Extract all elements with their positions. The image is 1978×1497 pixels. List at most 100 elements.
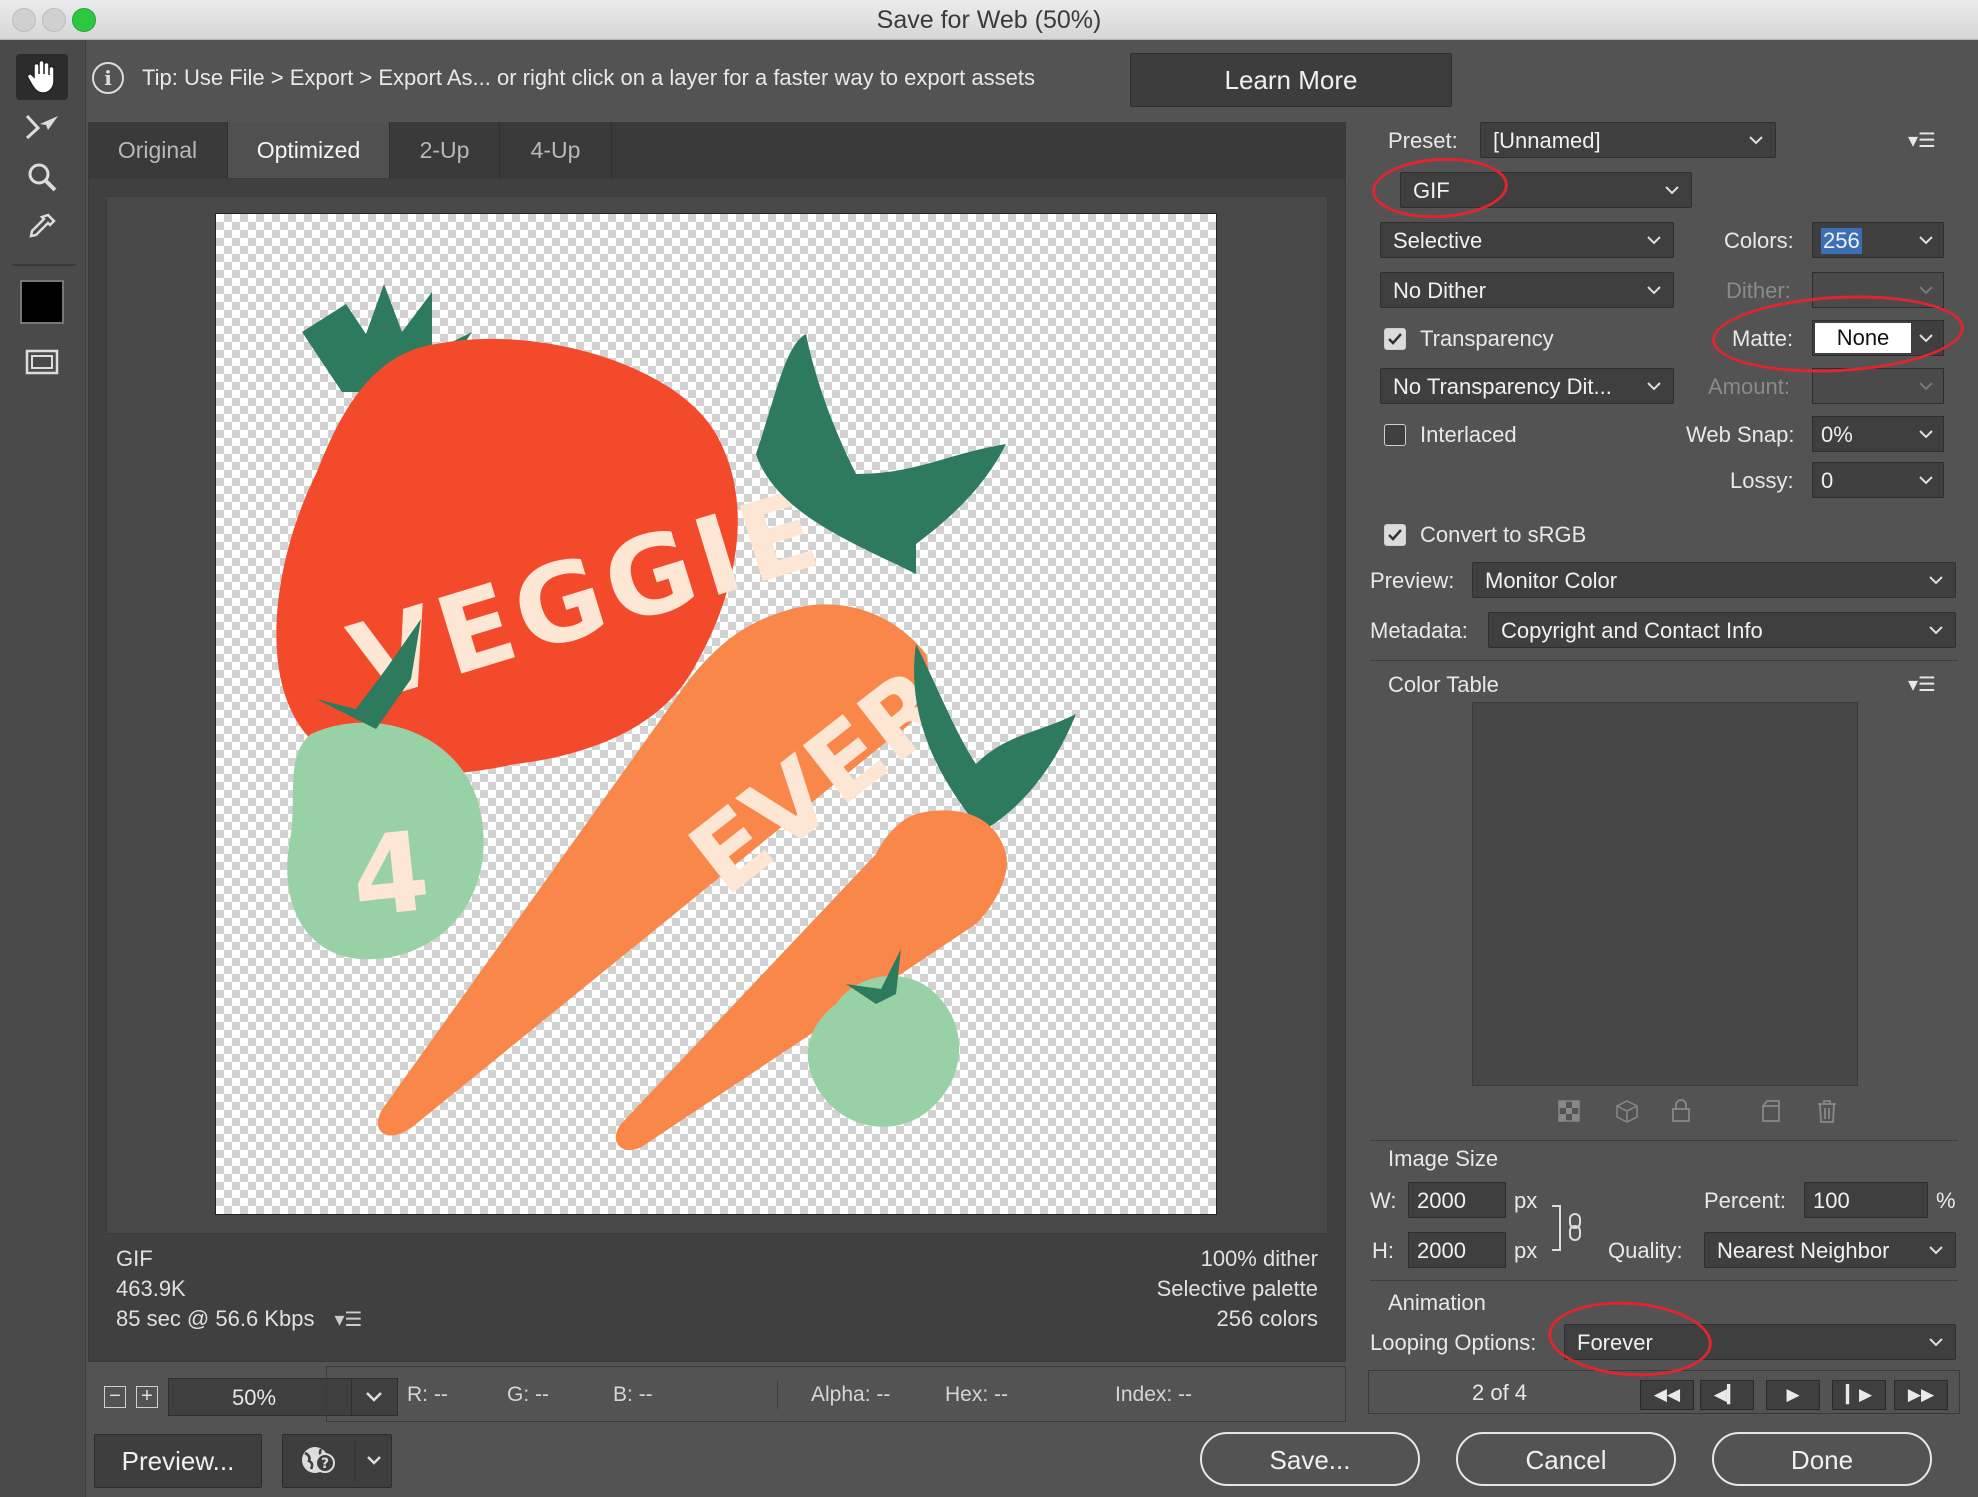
- height-field[interactable]: 2000: [1408, 1232, 1506, 1268]
- dither-amount: 100% dither: [1200, 1246, 1318, 1271]
- play-button[interactable]: ▶: [1766, 1380, 1820, 1410]
- looping-value: Forever: [1577, 1330, 1653, 1355]
- web-snap-value: 0%: [1821, 422, 1853, 447]
- readout-b: B: --: [613, 1383, 653, 1406]
- checkmark-icon: [1388, 333, 1402, 345]
- colors-field[interactable]: 256: [1812, 222, 1944, 258]
- convert-srgb-label: Convert to sRGB: [1420, 522, 1587, 547]
- tab-2-up[interactable]: 2-Up: [390, 122, 500, 178]
- eyedropper-tool[interactable]: [16, 204, 68, 250]
- width-field[interactable]: 2000: [1408, 1182, 1506, 1218]
- color-count: 256 colors: [1216, 1306, 1318, 1331]
- optimize-menu-icon[interactable]: ▾☰: [1908, 128, 1936, 153]
- metadata-select[interactable]: Copyright and Contact Info: [1488, 612, 1956, 648]
- eyedropper-color-swatch[interactable]: [20, 280, 64, 324]
- lock-icon[interactable]: [1668, 1098, 1694, 1124]
- zoom-out-button[interactable]: −: [104, 1386, 126, 1408]
- optimized-info-left: GIF 463.9K 85 sec @ 56.6 Kbps ▾☰: [116, 1244, 362, 1335]
- chevron-down-icon: [1665, 186, 1679, 195]
- browser-select[interactable]: ?: [282, 1434, 392, 1488]
- quality-select[interactable]: Nearest Neighbor: [1704, 1232, 1956, 1268]
- first-frame-button[interactable]: ◀◀: [1640, 1380, 1694, 1410]
- veggie-illustration: VEGGIE 4 EVER: [276, 284, 1076, 1151]
- chevron-down-icon: [1929, 1246, 1943, 1255]
- looping-label: Looping Options:: [1370, 1330, 1537, 1355]
- hand-tool[interactable]: [16, 54, 68, 100]
- color-table-title: Color Table: [1388, 672, 1499, 697]
- zoom-in-button[interactable]: +: [136, 1386, 158, 1408]
- height-value: 2000: [1417, 1238, 1466, 1263]
- dither-algorithm-select[interactable]: No Dither: [1380, 272, 1674, 308]
- magnifier-icon: [28, 163, 57, 192]
- last-frame-button[interactable]: ▶▶: [1894, 1380, 1948, 1410]
- percent-field[interactable]: 100: [1804, 1182, 1928, 1218]
- preview-in-browser-button[interactable]: Preview...: [94, 1434, 262, 1488]
- readout-index: Index: --: [1115, 1383, 1193, 1406]
- color-readouts: R: -- G: -- B: -- Alpha: -- Hex: -- Inde…: [326, 1366, 1346, 1422]
- transparency-dither-value: No Transparency Dit...: [1393, 374, 1612, 399]
- color-reduction-select[interactable]: Selective: [1380, 222, 1674, 258]
- frame-counter: 2 of 4: [1472, 1380, 1528, 1405]
- transparency-dither-select[interactable]: No Transparency Dit...: [1380, 368, 1674, 404]
- chevron-down-icon: [1647, 382, 1661, 391]
- metadata-label: Metadata:: [1370, 618, 1468, 643]
- transparency-label: Transparency: [1420, 326, 1554, 351]
- interlaced-label: Interlaced: [1420, 422, 1517, 447]
- zoom-level-value: 50%: [231, 1385, 277, 1410]
- done-button[interactable]: Done: [1712, 1432, 1932, 1486]
- link-constrain-icon[interactable]: [1550, 1202, 1588, 1254]
- matte-select[interactable]: None: [1812, 320, 1944, 356]
- output-format: GIF: [116, 1246, 153, 1271]
- zoom-tool[interactable]: [16, 154, 68, 200]
- web-snap-label: Web Snap:: [1686, 422, 1795, 447]
- optimized-info-right: 100% dither Selective palette 256 colors: [1157, 1244, 1318, 1334]
- percent-label: Percent:: [1704, 1188, 1786, 1213]
- preview-color-select[interactable]: Monitor Color: [1472, 562, 1956, 598]
- download-speed-menu-icon[interactable]: ▾☰: [334, 1305, 362, 1335]
- chevron-down-icon: [1919, 334, 1933, 343]
- transparency-checkbox[interactable]: [1384, 328, 1406, 350]
- convert-srgb-checkbox[interactable]: [1384, 524, 1406, 546]
- preset-select[interactable]: [Unnamed]: [1480, 122, 1776, 158]
- cancel-button[interactable]: Cancel: [1456, 1432, 1676, 1486]
- file-format-value: GIF: [1413, 178, 1450, 203]
- map-transparency-icon[interactable]: [1556, 1098, 1582, 1124]
- lossy-field[interactable]: 0: [1812, 462, 1944, 498]
- readout-r: R: --: [407, 1383, 448, 1406]
- status-bar: − + 50% R: -- G: -- B: -- Alpha: -- Hex:…: [88, 1366, 1346, 1422]
- chevron-down-icon: [1929, 1338, 1943, 1347]
- hand-icon: [26, 59, 55, 94]
- color-table-menu-icon[interactable]: ▾☰: [1908, 672, 1936, 697]
- metadata-value: Copyright and Contact Info: [1501, 618, 1763, 643]
- web-snap-field[interactable]: 0%: [1812, 416, 1944, 452]
- image-size-title: Image Size: [1388, 1146, 1499, 1171]
- amount-label: Amount:: [1708, 374, 1790, 399]
- info-icon: i: [92, 62, 124, 94]
- toggle-slices-tool[interactable]: [16, 338, 68, 384]
- save-button[interactable]: Save...: [1200, 1432, 1420, 1486]
- chevron-down-icon: [1929, 626, 1943, 635]
- tab-original[interactable]: Original: [88, 122, 228, 178]
- web-shift-cube-icon[interactable]: [1614, 1098, 1640, 1124]
- readout-alpha: Alpha: --: [811, 1383, 891, 1406]
- looping-select[interactable]: Forever: [1564, 1324, 1956, 1360]
- color-table-grid[interactable]: [1472, 702, 1858, 1086]
- lossy-value: 0: [1821, 468, 1834, 493]
- width-value: 2000: [1417, 1188, 1466, 1213]
- preview-color-value: Monitor Color: [1485, 568, 1618, 593]
- slice-select-tool[interactable]: [16, 104, 68, 150]
- file-format-select[interactable]: GIF: [1400, 172, 1692, 208]
- svg-text:?: ?: [321, 1456, 329, 1472]
- globe-icon: ?: [302, 1441, 381, 1481]
- learn-more-button[interactable]: Learn More: [1130, 53, 1452, 107]
- height-unit: px: [1514, 1238, 1538, 1263]
- optimized-image-preview[interactable]: VEGGIE 4 EVER: [215, 213, 1217, 1215]
- tab-4-up[interactable]: 4-Up: [500, 122, 612, 178]
- tab-optimized[interactable]: Optimized: [228, 122, 390, 178]
- interlaced-checkbox[interactable]: [1384, 424, 1406, 446]
- next-frame-button[interactable]: ▎▶: [1832, 1380, 1886, 1410]
- new-color-icon[interactable]: [1758, 1098, 1784, 1124]
- trash-icon[interactable]: [1814, 1098, 1840, 1124]
- matte-value: None: [1815, 323, 1911, 353]
- previous-frame-button[interactable]: ◀▎: [1700, 1380, 1754, 1410]
